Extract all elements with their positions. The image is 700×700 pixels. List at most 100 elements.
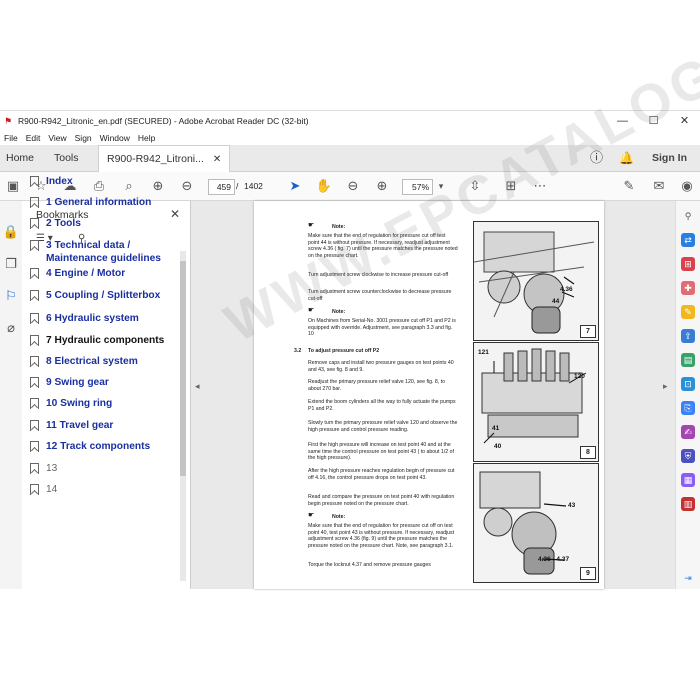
attachments-icon[interactable]: ⌀ (2, 319, 20, 337)
para-3: Extend the boom cylinders all the way to… (308, 399, 456, 412)
combine-files-icon[interactable]: ▤ (681, 353, 695, 367)
expand-right-pane-icon[interactable]: ▸ (663, 381, 668, 392)
bookmarks-scrollbar[interactable] (180, 251, 186, 581)
share-icon[interactable]: ⇪ (681, 329, 695, 343)
bookmark-item[interactable]: 7 Hydraulic components (30, 334, 171, 347)
menu-bar: File Edit View Sign Window Help (0, 131, 159, 145)
menu-view[interactable]: View (48, 133, 66, 143)
bookmark-label: 5 Coupling / Splitterbox (46, 290, 161, 301)
menu-sign[interactable]: Sign (75, 133, 92, 143)
bookmark-item[interactable]: 3 Technical data / Maintenance guideline… (30, 239, 171, 265)
para-1: Remove caps and install two pressure gau… (308, 360, 454, 373)
para-5: First the high pressure will increase on… (308, 442, 454, 462)
note1-label: Note: (332, 224, 346, 230)
note3-label: Note: (332, 514, 346, 520)
comment-icon[interactable]: ✎ (681, 305, 695, 319)
bookmark-icon (30, 356, 39, 367)
bookmark-item[interactable]: 5 Coupling / Splitterbox (30, 289, 171, 302)
search-icon[interactable]: ⚲ (681, 209, 695, 223)
page-number-input[interactable]: 459 (208, 179, 235, 195)
next-page-icon[interactable]: ⊖ (178, 177, 196, 195)
bookmark-item[interactable]: Index (30, 175, 171, 188)
tab-close-icon[interactable]: ✕ (213, 154, 221, 165)
create-pdf-icon[interactable]: ⊞ (681, 257, 695, 271)
zoom-out-icon[interactable]: ⊖ (344, 177, 362, 195)
bookmark-icon (30, 398, 39, 409)
bookmarks-panel-icon[interactable]: ⚐ (2, 287, 20, 305)
bookmark-item[interactable]: 4 Engine / Motor (30, 267, 171, 280)
figure-8-drawing (481, 348, 587, 444)
menu-edit[interactable]: Edit (26, 133, 41, 143)
select-cursor-icon[interactable]: ➤ (286, 177, 304, 195)
bookmark-label: 3 Technical data / Maintenance guideline… (46, 240, 161, 264)
print-production-icon[interactable]: ▦ (681, 473, 695, 487)
tab-tools[interactable]: Tools (54, 145, 79, 171)
para-6: After the high pressure reaches regulati… (308, 468, 455, 481)
page-separator: / (236, 181, 239, 191)
document-viewport: ☛ Note: Make sure that the end of regula… (191, 201, 675, 589)
email-icon[interactable]: ✉ (650, 177, 668, 195)
fig8-callout-3: 41 (492, 425, 500, 432)
lock-icon[interactable]: 🔒 (2, 223, 20, 241)
bookmark-icon (30, 484, 39, 495)
para-7: Read and compare the pressure on test po… (308, 494, 455, 507)
note-hand-icon: ☛ (308, 222, 315, 229)
fig9-number: 9 (580, 567, 596, 580)
organize-pages-icon[interactable]: ⎘ (681, 401, 695, 415)
edit-pdf-icon[interactable]: ✚ (681, 281, 695, 295)
fill-sign-icon[interactable]: ✍ (681, 425, 695, 439)
note2-text: On Machines from Serial-No. 3001 pressur… (308, 318, 456, 338)
bookmark-item[interactable]: 11 Travel gear (30, 419, 171, 432)
menu-window[interactable]: Window (100, 133, 130, 143)
para-2: Readjust the primary pressure relief val… (308, 379, 445, 392)
note2-label: Note: (332, 309, 346, 315)
bookmark-item[interactable]: 6 Hydraulic system (30, 312, 171, 325)
bookmark-label: 7 Hydraulic components (46, 335, 165, 346)
figure-7: 4.36 44 7 (473, 221, 599, 341)
protect-icon[interactable]: ⛨ (681, 449, 695, 463)
sign-in-button[interactable]: Sign In (652, 145, 687, 171)
section-title: To adjust pressure cut off P2 (308, 348, 380, 354)
bookmark-label: 10 Swing ring (46, 398, 113, 409)
para-4: Slowly turn the primary pressure relief … (308, 420, 458, 433)
scan-icon[interactable]: ⊡ (681, 377, 695, 391)
bookmark-label: Index (46, 176, 73, 187)
bookmark-icon (30, 197, 39, 208)
para-8: Torque the locknut 4.37 and remove press… (308, 562, 431, 568)
save-icon[interactable]: ▣ (4, 177, 22, 195)
redact-icon[interactable]: ▥ (681, 497, 695, 511)
tab-document[interactable]: R900-R942_Litroni... ✕ (98, 145, 231, 172)
page-thumbnails-icon[interactable]: ❐ (2, 255, 20, 273)
figure-7-drawing (474, 231, 595, 334)
note3-text: Make sure that the end of regulation for… (308, 523, 455, 549)
fig7-callout-1: 4.36 (560, 286, 573, 293)
bookmark-item[interactable]: 8 Electrical system (30, 355, 171, 368)
collapse-tools-icon[interactable]: ⇥ (681, 571, 695, 585)
export-pdf-icon[interactable]: ⇄ (681, 233, 695, 247)
bookmark-icon (30, 218, 39, 229)
fig8-callout-1: 121 (478, 349, 489, 356)
figure-8: 121 120 41 40 8 (473, 342, 599, 462)
bookmark-item[interactable]: 10 Swing ring (30, 397, 171, 410)
fig7-number: 7 (580, 325, 596, 338)
menu-help[interactable]: Help (138, 133, 155, 143)
bookmark-item[interactable]: 2 Tools (30, 217, 171, 230)
bookmark-label: 1 General information (46, 197, 152, 208)
account-icon[interactable]: ◉ (678, 177, 696, 195)
bookmark-item[interactable]: 1 General information (30, 196, 171, 209)
bookmark-item[interactable]: 14 (30, 483, 171, 496)
collapse-left-pane-icon[interactable]: ◂ (195, 381, 200, 392)
scrollbar-thumb[interactable] (180, 261, 186, 476)
sign-pen-icon[interactable]: ✎ (620, 177, 638, 195)
close-icon[interactable]: ✕ (170, 207, 180, 221)
bookmark-item[interactable]: 13 (30, 462, 171, 475)
hand-tool-icon[interactable]: ✋ (315, 177, 333, 195)
bookmark-icon (30, 463, 39, 474)
menu-file[interactable]: File (4, 133, 18, 143)
tools-pane-strip: ⚲ ⇄ ⊞ ✚ ✎ ⇪ ▤ ⊡ ⎘ ✍ ⛨ ▦ ▥ ⇥ (675, 201, 700, 589)
section-number: 3.2 (294, 348, 302, 354)
tab-home[interactable]: Home (6, 145, 34, 171)
zoom-in-icon[interactable]: ⊕ (373, 177, 391, 195)
bookmark-item[interactable]: 12 Track components (30, 440, 171, 453)
bookmark-item[interactable]: 9 Swing gear (30, 376, 171, 389)
